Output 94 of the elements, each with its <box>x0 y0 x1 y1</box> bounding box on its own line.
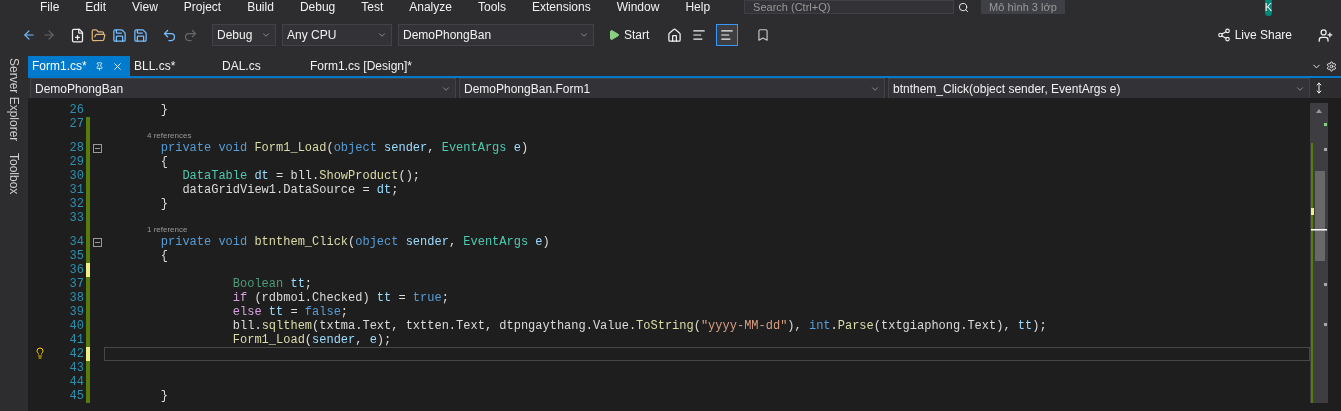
menu-item[interactable]: Extensions <box>532 0 591 14</box>
window-title: Mô hình 3 lớp <box>981 0 1065 14</box>
menu-item[interactable]: Analyze <box>409 0 452 14</box>
menu-item[interactable]: Build <box>247 0 274 14</box>
side-tab[interactable]: Toolbox <box>5 153 23 195</box>
line-number: 31 <box>68 183 85 197</box>
save-icon[interactable] <box>112 27 127 43</box>
line-number: 29 <box>68 155 85 169</box>
line-number: 33 <box>68 211 85 225</box>
code-line: if (rdbmoi.Checked) tt = true; <box>231 291 449 305</box>
menu-item[interactable]: Help <box>685 0 711 14</box>
share-icon <box>1216 28 1231 42</box>
code-line: private void btnthem_Click(object sender, EventArgs e) <box>159 235 550 249</box>
line-number: 43 <box>68 361 85 375</box>
menu-item[interactable]: Tools <box>477 0 506 14</box>
line-number: 44 <box>68 375 85 389</box>
file-tab[interactable]: BLL.cs* <box>130 56 218 76</box>
line-number: 38 <box>68 291 85 305</box>
line-number: 41 <box>68 333 85 347</box>
project-selector[interactable]: DemoPhongBan <box>30 78 456 100</box>
project-dropdown[interactable]: DemoPhongBan <box>398 24 594 46</box>
code-line: Form1_Load(sender, e); <box>231 333 392 347</box>
code-line: } <box>159 389 168 403</box>
play-icon <box>608 29 620 41</box>
code-line: Boolean tt; <box>231 277 313 291</box>
align-icon <box>692 28 707 42</box>
code-line: private void Form1_Load(object sender, EventArgs e) <box>159 141 529 155</box>
account-avatar[interactable]: K <box>1264 0 1273 16</box>
menu-item[interactable]: View <box>132 0 158 14</box>
line-number: 26 <box>68 103 85 117</box>
member-selector[interactable]: btnthem_Click(object sender, EventArgs e) <box>888 78 1310 100</box>
menu-item[interactable]: File <box>40 0 60 14</box>
menu-item[interactable]: Test <box>361 0 384 14</box>
code-line: } <box>159 103 168 117</box>
line-number: 45 <box>68 389 85 403</box>
redo-icon[interactable] <box>183 27 198 43</box>
caret-icon <box>261 30 271 40</box>
caret-icon <box>870 84 880 94</box>
code-line: dataGridView1.DataSource = dt; <box>181 183 399 197</box>
line-number: 30 <box>68 169 85 183</box>
line-number: 39 <box>68 305 85 319</box>
side-tab[interactable]: Server Explorer <box>5 58 23 142</box>
menu-item[interactable]: Window <box>616 0 660 14</box>
line-number: 42 <box>68 347 85 361</box>
caret-icon <box>377 30 387 40</box>
lightbulb-icon[interactable] <box>34 347 46 359</box>
open-folder-icon[interactable] <box>91 27 106 43</box>
file-tab[interactable]: Form1.cs [Design]* <box>306 56 466 76</box>
back-icon[interactable] <box>22 28 36 42</box>
collapse-icon[interactable] <box>92 237 102 247</box>
line-number: 28 <box>68 141 85 155</box>
line-number: 40 <box>68 319 85 333</box>
close-icon[interactable] <box>111 60 123 72</box>
pin-icon[interactable] <box>94 61 104 71</box>
code-line: else tt = false; <box>231 305 349 319</box>
line-number: 37 <box>68 277 85 291</box>
file-tab[interactable]: Form1.cs* <box>28 56 130 76</box>
menu-item[interactable]: Debug <box>299 0 336 14</box>
line-number: 32 <box>68 197 85 211</box>
home-icon[interactable] <box>667 27 683 43</box>
code-line: } <box>159 197 168 211</box>
line-number: 27 <box>68 117 85 131</box>
file-tab[interactable]: DAL.cs <box>218 56 306 76</box>
code-line: { <box>159 249 168 263</box>
codelens-text[interactable]: 1 reference <box>147 225 188 235</box>
new-item-icon[interactable] <box>70 27 85 43</box>
collapse-icon[interactable] <box>92 143 102 153</box>
code-line: DataTable dt = bll.ShowProduct(); <box>181 169 421 183</box>
undo-icon[interactable] <box>162 27 177 43</box>
caret-icon <box>441 84 451 94</box>
start-button[interactable]: Start <box>604 26 654 44</box>
line-number: 35 <box>68 249 85 263</box>
menu-item[interactable]: Edit <box>85 0 107 14</box>
configuration-dropdown[interactable]: Debug <box>212 24 276 46</box>
search-field[interactable]: Search (Ctrl+Q) <box>744 0 955 14</box>
person-icon[interactable] <box>1318 27 1333 43</box>
save-all-icon[interactable] <box>133 27 148 43</box>
scrollbar-overview-drawing[interactable] <box>1310 103 1328 403</box>
code-line: bll.sqlthem(txtma.Text, txtten.Text, dtpngaythang.Value.ToString("yyyy-MM-dd"), int.Parse(txtgiaphong.Text), tt); <box>231 319 1047 333</box>
live-share-button[interactable]: Live Share <box>1216 26 1292 44</box>
code-line: { <box>159 155 168 169</box>
bookmark-icon[interactable] <box>756 28 771 42</box>
menu-item[interactable]: Project <box>183 0 222 14</box>
search-icon[interactable] <box>958 1 970 13</box>
settings-icon[interactable] <box>1326 61 1337 72</box>
platform-dropdown[interactable]: Any CPU <box>282 24 392 46</box>
type-selector[interactable]: DemoPhongBan.Form1 <box>459 78 885 100</box>
line-number: 34 <box>68 235 85 249</box>
caret-icon <box>1295 84 1305 94</box>
codelens-text[interactable]: 4 references <box>147 131 192 141</box>
toolbar-toggle[interactable] <box>716 24 739 46</box>
line-number: 36 <box>68 263 85 277</box>
caret-icon <box>579 30 589 40</box>
align-icon <box>720 28 735 42</box>
